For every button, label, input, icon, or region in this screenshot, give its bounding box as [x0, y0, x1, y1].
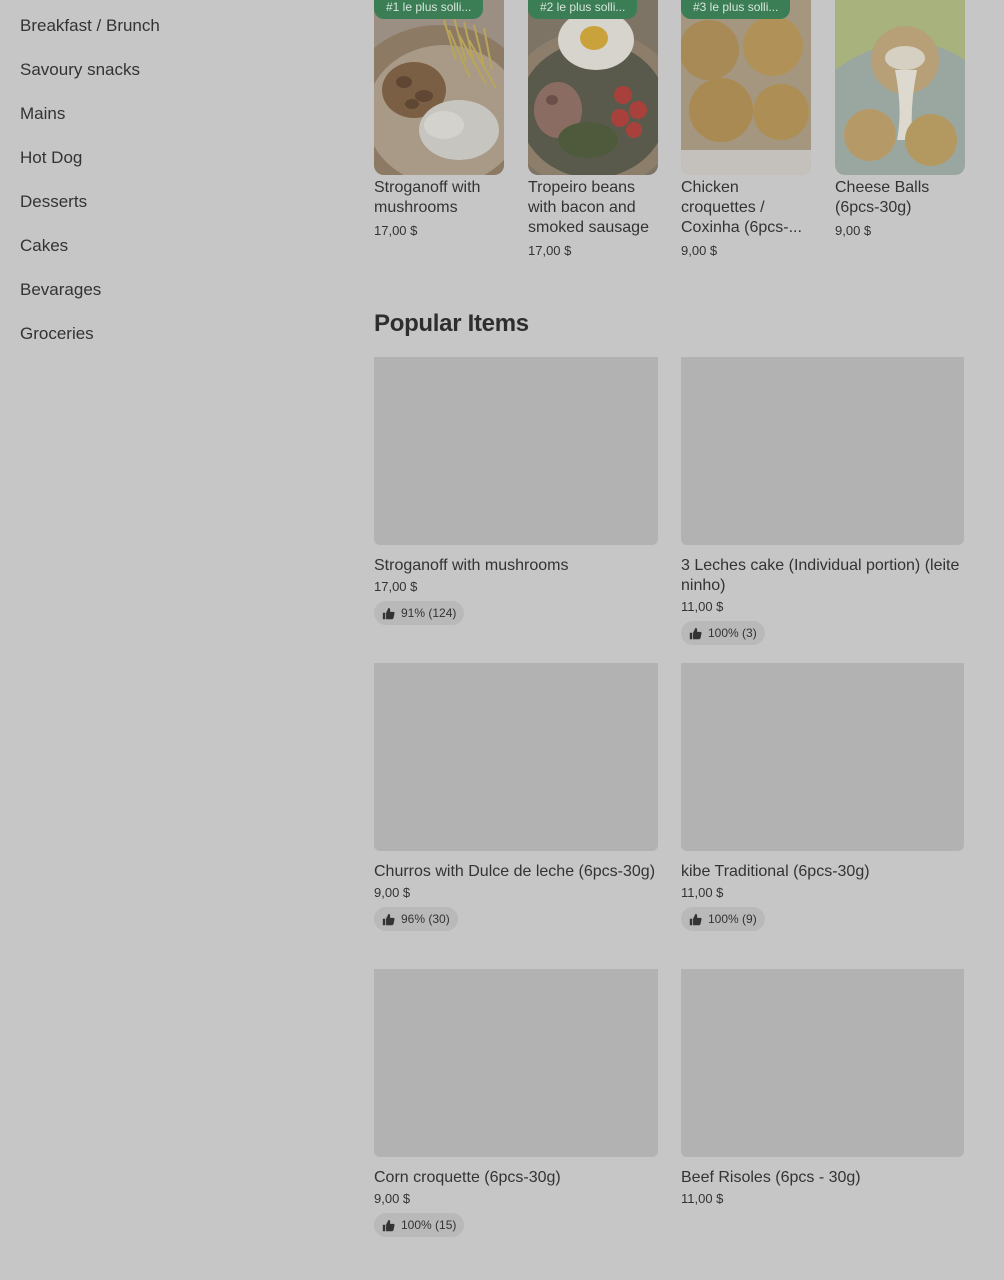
cheese-balls-photo	[835, 0, 965, 175]
item-name: Cheese Balls (6pcs-30g)	[835, 179, 930, 216]
item-name: Stroganoff with mushrooms	[374, 557, 569, 574]
item-image[interactable]	[835, 0, 965, 175]
item-price: 9,00 $	[835, 223, 872, 238]
item-name: Corn croquette (6pcs-30g)	[374, 1169, 561, 1186]
item-image-placeholder[interactable]	[374, 969, 658, 1157]
item-price: 11,00 $	[681, 885, 724, 900]
rating-badge: 96% (30)	[374, 907, 458, 931]
rating-badge: 100% (9)	[681, 907, 765, 931]
item-image-placeholder[interactable]	[374, 357, 658, 545]
item-price: 17,00 $	[528, 243, 572, 258]
item-image-placeholder[interactable]	[374, 663, 658, 851]
item-name: 3 Leches cake (Individual portion) (leit…	[681, 557, 960, 594]
popular-item-card[interactable]: kibe Traditional (6pcs-30g) 11,00 $ 100%…	[681, 663, 964, 931]
rating-badge: 100% (15)	[374, 1213, 465, 1237]
rank-badge: #3 le plus solli...	[681, 0, 791, 19]
carousel-item[interactable]: #1 le plus solli... Stroganoff with mush…	[374, 0, 504, 238]
rank-badge: #2 le plus solli...	[528, 0, 638, 19]
tropeiro-photo	[528, 0, 658, 175]
section-title-popular-items: Popular Items	[374, 310, 529, 337]
sidebar-item-cakes[interactable]: Cakes	[20, 236, 68, 256]
item-price: 9,00 $	[374, 885, 411, 900]
thumbs-up-icon	[689, 913, 702, 925]
carousel-item[interactable]: Cheese Balls (6pcs-30g) 9,00 $	[835, 0, 965, 238]
item-name: Beef Risoles (6pcs - 30g)	[681, 1169, 861, 1186]
item-image-placeholder[interactable]	[681, 663, 964, 851]
sidebar-item-groceries[interactable]: Groceries	[20, 324, 94, 344]
item-image-placeholder[interactable]	[681, 357, 964, 545]
rating-badge: 91% (124)	[374, 601, 465, 625]
item-price: 11,00 $	[681, 599, 724, 614]
popular-item-card[interactable]: Stroganoff with mushrooms 17,00 $ 91% (1…	[374, 357, 658, 625]
coxinha-photo	[681, 0, 811, 175]
rating-badge: 100% (3)	[681, 621, 765, 645]
thumbs-up-icon	[382, 913, 395, 925]
item-image-placeholder[interactable]	[681, 969, 964, 1157]
sidebar-item-hot-dog[interactable]: Hot Dog	[20, 148, 82, 168]
rating-text: 100% (9)	[708, 912, 757, 926]
item-price: 17,00 $	[374, 223, 418, 238]
item-image[interactable]: #1 le plus solli...	[374, 0, 504, 175]
item-price: 11,00 $	[681, 1191, 724, 1206]
popular-item-card[interactable]: 3 Leches cake (Individual portion) (leit…	[681, 357, 964, 645]
rank-badge: #1 le plus solli...	[374, 0, 484, 19]
rating-text: 100% (15)	[401, 1218, 457, 1232]
carousel-item[interactable]: #3 le plus solli... Chicken croquettes /…	[681, 0, 811, 258]
item-name: Churros with Dulce de leche (6pcs-30g)	[374, 863, 656, 880]
thumbs-up-icon	[689, 627, 702, 639]
sidebar-item-bevarages[interactable]: Bevarages	[20, 280, 101, 300]
popular-item-card[interactable]: Churros with Dulce de leche (6pcs-30g) 9…	[374, 663, 658, 931]
item-name: Chicken croquettes / Coxinha (6pcs-...	[681, 179, 802, 236]
item-price: 17,00 $	[374, 579, 418, 594]
stroganoff-photo	[374, 0, 504, 175]
popular-item-card[interactable]: Beef Risoles (6pcs - 30g) 11,00 $	[681, 969, 964, 1206]
sidebar-item-mains[interactable]: Mains	[20, 104, 65, 124]
item-name: Stroganoff with mushrooms	[374, 179, 481, 216]
popular-item-card[interactable]: Corn croquette (6pcs-30g) 9,00 $ 100% (1…	[374, 969, 658, 1237]
rating-text: 100% (3)	[708, 626, 757, 640]
rating-text: 96% (30)	[401, 912, 450, 926]
item-name: kibe Traditional (6pcs-30g)	[681, 863, 870, 880]
item-price: 9,00 $	[374, 1191, 411, 1206]
thumbs-up-icon	[382, 607, 395, 619]
sidebar-item-breakfast-brunch[interactable]: Breakfast / Brunch	[20, 16, 160, 36]
item-image[interactable]: #2 le plus solli...	[528, 0, 658, 175]
thumbs-up-icon	[382, 1219, 395, 1231]
rating-text: 91% (124)	[401, 606, 457, 620]
item-name: Tropeiro beans with bacon and smoked sau…	[528, 179, 649, 236]
sidebar-item-savoury-snacks[interactable]: Savoury snacks	[20, 60, 140, 80]
item-price: 9,00 $	[681, 243, 718, 258]
carousel-item[interactable]: #2 le plus solli... Tropeiro beans with …	[528, 0, 658, 258]
sidebar-item-desserts[interactable]: Desserts	[20, 192, 87, 212]
item-image[interactable]: #3 le plus solli...	[681, 0, 811, 175]
